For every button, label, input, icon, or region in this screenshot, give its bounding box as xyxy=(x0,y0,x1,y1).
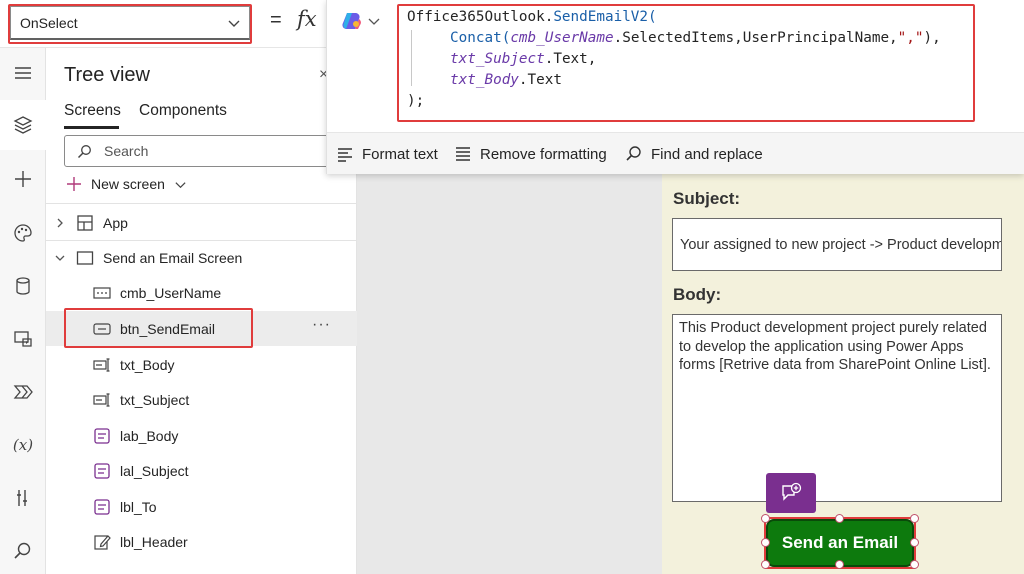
resize-handle[interactable] xyxy=(910,560,919,569)
find-replace-button[interactable]: Find and replace xyxy=(625,145,763,163)
tab-components[interactable]: Components xyxy=(139,102,227,120)
tree-node-label: App xyxy=(103,214,128,231)
label-icon xyxy=(94,498,110,515)
resize-handle[interactable] xyxy=(835,514,844,523)
advanced-tools-button[interactable] xyxy=(8,483,38,513)
active-tab-indicator xyxy=(64,126,119,129)
tools-icon xyxy=(17,490,27,506)
app-screen-preview: Subject: Your assigned to new project ->… xyxy=(662,174,1024,574)
formula-toolbar: Format text Remove formatting Find and r… xyxy=(327,132,1024,174)
database-icon xyxy=(16,277,30,295)
body-input[interactable]: This Product development project purely … xyxy=(672,314,1002,502)
divider xyxy=(46,203,357,204)
subject-input[interactable]: Your assigned to new project -> Product … xyxy=(672,218,1002,271)
plus-icon xyxy=(67,177,81,191)
remove-formatting-label: Remove formatting xyxy=(480,145,607,163)
body-label: Body: xyxy=(673,285,722,304)
tree-view-panel: Tree view × Screens Components Search Ne… xyxy=(46,48,364,574)
tree-node-control[interactable]: lab_Body xyxy=(46,418,357,453)
resize-handle[interactable] xyxy=(761,538,770,547)
equals-sign: = xyxy=(270,9,282,31)
tree-node-control[interactable]: txt_Body xyxy=(46,347,357,382)
chevron-down-icon[interactable] xyxy=(367,14,381,28)
combobox-icon xyxy=(93,286,111,299)
tab-screens[interactable]: Screens xyxy=(64,102,121,120)
tree-node-control[interactable]: cmb_UserName xyxy=(46,275,357,310)
variables-button[interactable]: (x) xyxy=(8,430,38,460)
resize-handle[interactable] xyxy=(910,514,919,523)
tree-view-title: Tree view xyxy=(64,64,150,86)
left-rail: (x) xyxy=(0,48,46,574)
label-icon xyxy=(94,462,110,479)
search-icon xyxy=(77,145,91,159)
property-highlight-box xyxy=(8,4,252,44)
media-button[interactable] xyxy=(8,324,38,354)
search-icon xyxy=(14,542,31,559)
format-text-label: Format text xyxy=(362,145,438,163)
screen-icon xyxy=(76,250,94,265)
tree-view-button[interactable] xyxy=(0,100,46,150)
find-replace-label: Find and replace xyxy=(651,145,763,163)
search-rail-button[interactable] xyxy=(8,536,38,566)
textinput-icon xyxy=(93,357,110,372)
tree-node-control[interactable]: txt_Subject xyxy=(46,382,357,417)
tree-node-app[interactable]: App xyxy=(46,205,357,240)
media-icon xyxy=(14,331,32,347)
remove-formatting-icon xyxy=(456,147,470,161)
tree-search-input[interactable]: Search xyxy=(64,135,364,167)
tree-node-label: lal_Subject xyxy=(120,462,189,479)
power-automate-icon xyxy=(13,385,33,399)
chevron-down-icon[interactable] xyxy=(54,252,66,264)
tree-node-label: Send an Email Screen xyxy=(103,249,243,266)
selected-control-highlight-box xyxy=(64,308,253,348)
tree-node-label: txt_Body xyxy=(120,356,175,373)
hamburger-menu-button[interactable] xyxy=(8,58,38,88)
search-icon xyxy=(626,146,641,161)
format-text-button[interactable]: Format text xyxy=(336,145,438,163)
comment-add-icon xyxy=(782,482,802,501)
add-comment-button[interactable] xyxy=(766,473,816,513)
fx-icon[interactable]: fx xyxy=(297,7,317,31)
textinput-icon xyxy=(93,392,110,407)
tree-node-label: lbl_Header xyxy=(120,533,188,550)
variables-icon: (x) xyxy=(12,436,34,454)
plus-icon xyxy=(15,171,31,187)
palette-icon xyxy=(14,224,32,242)
formula-editor[interactable]: Office365Outlook.SendEmailV2( Concat(cmb… xyxy=(326,0,1024,174)
chevron-right-icon[interactable] xyxy=(54,217,66,229)
search-placeholder: Search xyxy=(104,143,149,159)
resize-handle[interactable] xyxy=(835,560,844,569)
subject-label: Subject: xyxy=(673,189,741,208)
tree-node-control[interactable]: lal_Subject xyxy=(46,453,357,488)
chevron-down-icon xyxy=(175,181,186,188)
tree-node-label: lab_Body xyxy=(120,427,179,444)
more-options-icon[interactable]: ··· xyxy=(312,316,331,334)
resize-handle[interactable] xyxy=(761,514,770,523)
power-automate-button[interactable] xyxy=(8,377,38,407)
resize-handle[interactable] xyxy=(910,538,919,547)
tree-node-control[interactable]: lbl_To xyxy=(46,489,357,524)
layers-icon xyxy=(13,116,33,134)
formula-highlight-box xyxy=(397,4,975,122)
new-screen-label: New screen xyxy=(91,176,165,192)
themes-button[interactable] xyxy=(8,218,38,248)
tree-node-screen[interactable]: Send an Email Screen xyxy=(46,240,357,275)
label-icon xyxy=(94,427,110,444)
data-button[interactable] xyxy=(8,271,38,301)
remove-formatting-button[interactable]: Remove formatting xyxy=(454,145,607,163)
tree-node-label: txt_Subject xyxy=(120,391,190,408)
new-screen-button[interactable]: New screen xyxy=(66,176,187,192)
app-icon xyxy=(77,214,93,231)
hamburger-icon xyxy=(15,67,31,79)
tree-node-label: lbl_To xyxy=(120,498,157,515)
copilot-icon[interactable] xyxy=(341,10,363,32)
tree-node-control[interactable]: lbl_Header xyxy=(46,524,357,559)
format-text-icon xyxy=(338,148,352,162)
edit-label-icon xyxy=(94,534,111,550)
insert-button[interactable] xyxy=(8,164,38,194)
resize-handle[interactable] xyxy=(761,560,770,569)
tree-node-label: cmb_UserName xyxy=(120,284,222,301)
